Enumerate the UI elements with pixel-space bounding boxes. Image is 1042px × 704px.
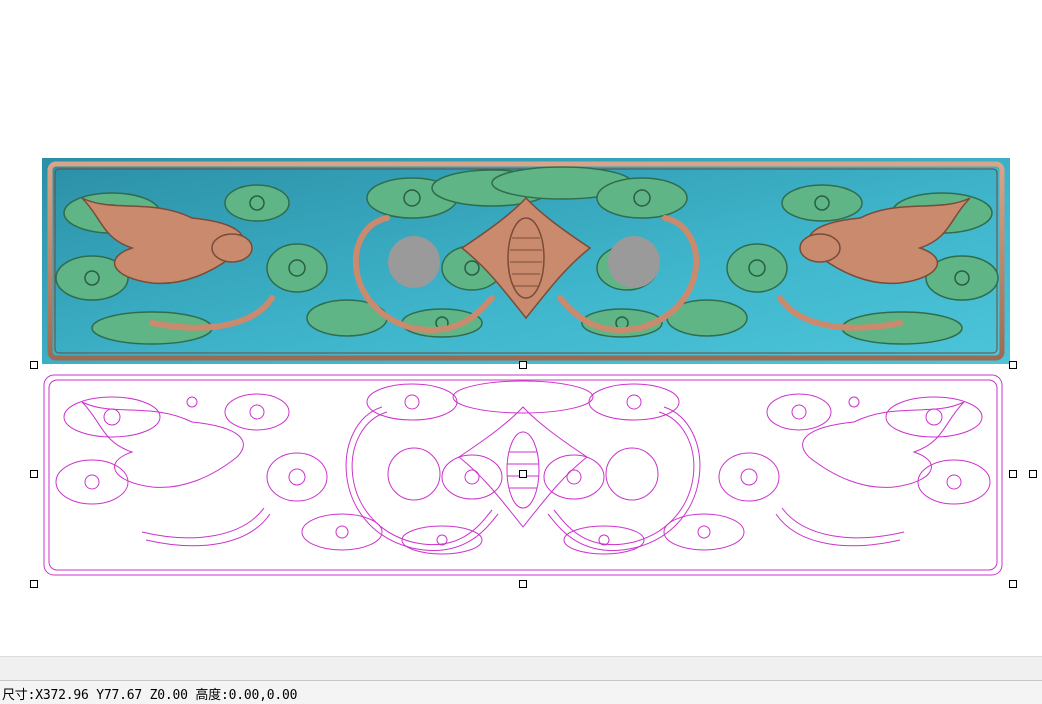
selection-handle-middle-left[interactable]	[30, 470, 38, 478]
drawing-canvas[interactable]	[0, 0, 1042, 656]
selection-handle-bottom-left[interactable]	[30, 580, 38, 588]
selection-handle-top-right[interactable]	[1009, 361, 1017, 369]
status-bar: 尺寸:X372.96 Y77.67 Z0.00 高度:0.00,0.00	[0, 656, 1042, 704]
status-strip: 尺寸:X372.96 Y77.67 Z0.00 高度:0.00,0.00	[0, 680, 1042, 704]
selection-handle-top-center[interactable]	[519, 361, 527, 369]
selection-handle-rotate[interactable]	[1029, 470, 1037, 478]
selection-handle-bottom-right[interactable]	[1009, 580, 1017, 588]
selection-handle-top-left[interactable]	[30, 361, 38, 369]
selection-handle-center[interactable]	[519, 470, 527, 478]
selection-handle-middle-right[interactable]	[1009, 470, 1017, 478]
relief-model[interactable]	[42, 158, 1010, 364]
selection-handle-bottom-center[interactable]	[519, 580, 527, 588]
size-readout: 尺寸:X372.96 Y77.67 Z0.00 高度:0.00,0.00	[2, 688, 298, 703]
